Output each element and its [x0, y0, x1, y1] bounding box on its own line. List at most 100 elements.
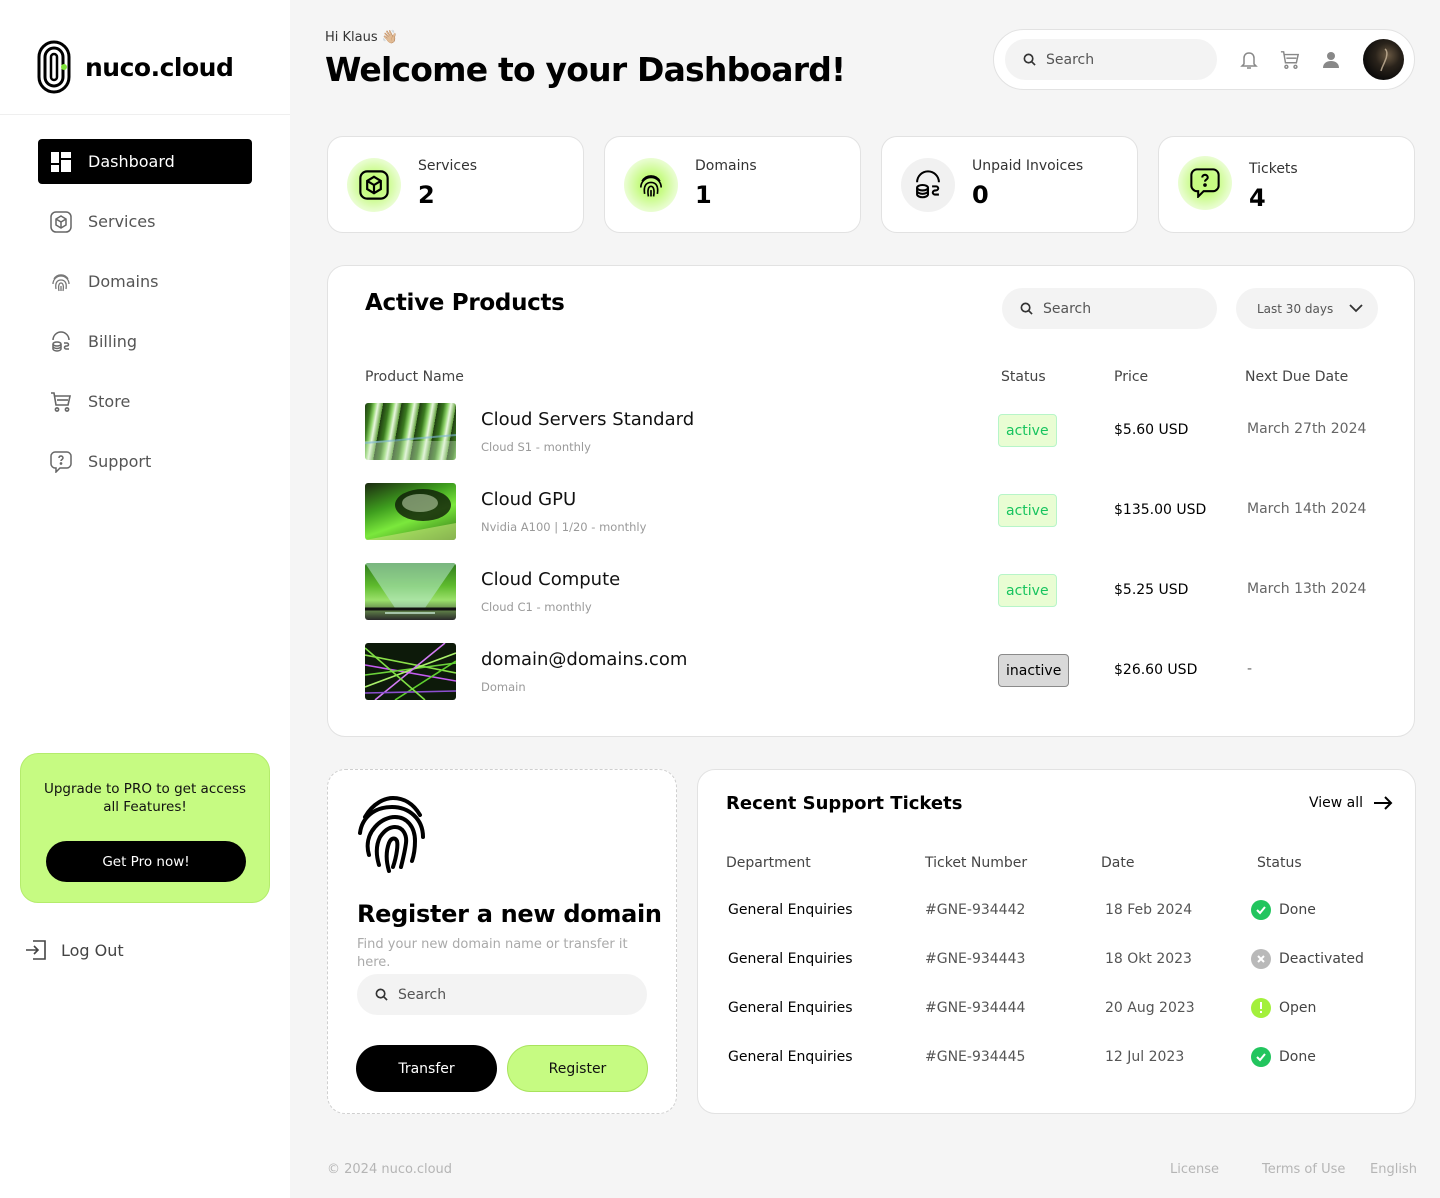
- logout-button[interactable]: Log Out: [25, 939, 124, 961]
- x-circle-icon: [1251, 949, 1271, 969]
- fingerprint-icon: [624, 158, 678, 212]
- ticket-department: General Enquiries: [728, 1049, 853, 1065]
- table-row[interactable]: Cloud Servers Standard Cloud S1 - monthl…: [365, 403, 1385, 461]
- product-thumbnail: [365, 403, 456, 460]
- stat-value: 1: [695, 181, 712, 209]
- table-row[interactable]: domain@domains.com Domain inactive $26.6…: [365, 643, 1385, 701]
- stat-label: Services: [418, 158, 478, 174]
- column-header: Product Name: [365, 369, 464, 385]
- sidebar-item-label: Dashboard: [88, 152, 175, 171]
- greeting: Hi Klaus 👋🏼: [325, 30, 398, 45]
- fingerprint-icon: [358, 795, 425, 873]
- sidebar-item-dashboard[interactable]: Dashboard: [38, 139, 252, 184]
- search-icon: [1020, 302, 1033, 315]
- logout-label: Log Out: [61, 940, 124, 960]
- product-thumbnail: [365, 483, 456, 540]
- ticket-status: Done: [1251, 900, 1316, 920]
- table-row[interactable]: Cloud GPU Nvidia A100 | 1/20 - monthly a…: [365, 483, 1385, 541]
- search-icon: [1023, 53, 1036, 66]
- product-subtitle: Cloud C1 - monthly: [481, 600, 592, 614]
- ticket-status-label: Open: [1279, 1000, 1317, 1016]
- domain-search-input[interactable]: Search: [357, 974, 647, 1015]
- product-price: $135.00 USD: [1114, 502, 1207, 518]
- sidebar-divider: [0, 114, 290, 115]
- brand-name: nuco.cloud: [85, 52, 234, 82]
- product-thumbnail: [365, 563, 456, 620]
- sidebar-item-store[interactable]: Store: [38, 379, 252, 424]
- sidebar-item-label: Billing: [88, 332, 138, 351]
- view-all-link[interactable]: View all: [1309, 795, 1393, 811]
- sidebar-item-billing[interactable]: Billing: [38, 319, 252, 364]
- bell-icon[interactable]: [1239, 50, 1259, 70]
- terms-link[interactable]: Terms of Use: [1262, 1162, 1345, 1177]
- user-icon[interactable]: [1321, 50, 1341, 70]
- column-header: Status: [1001, 369, 1046, 385]
- stat-label: Unpaid Invoices: [972, 158, 1084, 174]
- stat-card-services[interactable]: Services 2: [327, 136, 584, 233]
- sidebar-item-label: Domains: [88, 272, 159, 291]
- column-header: Status: [1257, 855, 1302, 871]
- exclamation-circle-icon: [1251, 998, 1271, 1018]
- product-subtitle: Nvidia A100 | 1/20 - monthly: [481, 520, 647, 534]
- fingerprint-icon: [50, 271, 72, 293]
- coins-icon: [901, 158, 955, 212]
- cube-icon: [347, 158, 401, 212]
- avatar[interactable]: [1363, 39, 1404, 80]
- stat-label: Tickets: [1249, 161, 1298, 177]
- ticket-date: 18 Feb 2024: [1105, 902, 1193, 918]
- sidebar: nuco.cloud Dashboard Services Domains Bi…: [0, 0, 290, 1198]
- ticket-status-label: Deactivated: [1279, 951, 1364, 967]
- language-select[interactable]: English: [1370, 1162, 1417, 1177]
- question-chat-icon: [1178, 156, 1232, 210]
- stat-card-tickets[interactable]: Tickets 4: [1158, 136, 1415, 233]
- product-name: Cloud Compute: [481, 569, 621, 590]
- column-header: Next Due Date: [1245, 369, 1349, 385]
- product-thumbnail: [365, 643, 456, 700]
- ticket-department: General Enquiries: [728, 951, 853, 967]
- pro-upgrade-card: Upgrade to PRO to get access all Feature…: [20, 753, 270, 903]
- nuco-logo-icon: [37, 40, 71, 94]
- products-search-input[interactable]: Search: [1002, 288, 1217, 329]
- register-button[interactable]: Register: [507, 1045, 648, 1092]
- ticket-status: Open: [1251, 998, 1316, 1018]
- sidebar-item-domains[interactable]: Domains: [38, 259, 252, 304]
- cart-icon[interactable]: [1280, 50, 1300, 70]
- page-title: Welcome to your Dashboard!: [325, 50, 846, 89]
- table-row[interactable]: Cloud Compute Cloud C1 - monthly active …: [365, 563, 1385, 621]
- product-subtitle: Domain: [481, 680, 526, 694]
- cart-icon: [50, 391, 72, 413]
- ticket-status: Deactivated: [1251, 949, 1364, 969]
- date-range-value: Last 30 days: [1257, 301, 1334, 316]
- product-price: $5.60 USD: [1114, 422, 1189, 438]
- coins-icon: [50, 330, 72, 353]
- check-circle-icon: [1251, 1047, 1271, 1067]
- ticket-status-label: Done: [1279, 1049, 1316, 1065]
- ticket-status: Done: [1251, 1047, 1316, 1067]
- transfer-button[interactable]: Transfer: [356, 1045, 497, 1092]
- search-placeholder: Search: [398, 986, 447, 1003]
- active-products-panel: Active Products Search Last 30 days Prod…: [327, 265, 1415, 737]
- sidebar-item-support[interactable]: Support: [38, 439, 252, 484]
- stat-card-domains[interactable]: Domains 1: [604, 136, 861, 233]
- search-placeholder: Search: [1043, 300, 1092, 317]
- dashboard-icon: [50, 151, 72, 173]
- search-input[interactable]: Search: [1005, 39, 1217, 80]
- support-tickets-panel: Recent Support Tickets View all Departme…: [697, 769, 1416, 1114]
- ticket-number: #GNE-934442: [925, 902, 1026, 918]
- logout-icon: [26, 940, 46, 960]
- sidebar-item-services[interactable]: Services: [38, 199, 252, 244]
- register-description: Find your new domain name or transfer it…: [357, 937, 628, 970]
- stat-value: 2: [418, 181, 435, 209]
- date-range-select[interactable]: Last 30 days: [1236, 288, 1378, 329]
- product-price: $26.60 USD: [1114, 662, 1198, 678]
- license-link[interactable]: License: [1170, 1162, 1219, 1177]
- ticket-status-label: Done: [1279, 902, 1316, 918]
- get-pro-button[interactable]: Get Pro now!: [46, 841, 246, 882]
- stat-card-unpaid-invoices[interactable]: Unpaid Invoices 0: [881, 136, 1138, 233]
- brand[interactable]: nuco.cloud: [37, 40, 234, 94]
- view-all-label: View all: [1309, 795, 1364, 811]
- next-due-date: March 27th 2024: [1247, 421, 1367, 437]
- arrow-right-icon: [1374, 796, 1393, 810]
- promo-text: Upgrade to PRO to get access all Feature…: [43, 781, 247, 815]
- product-name: Cloud Servers Standard: [481, 409, 695, 430]
